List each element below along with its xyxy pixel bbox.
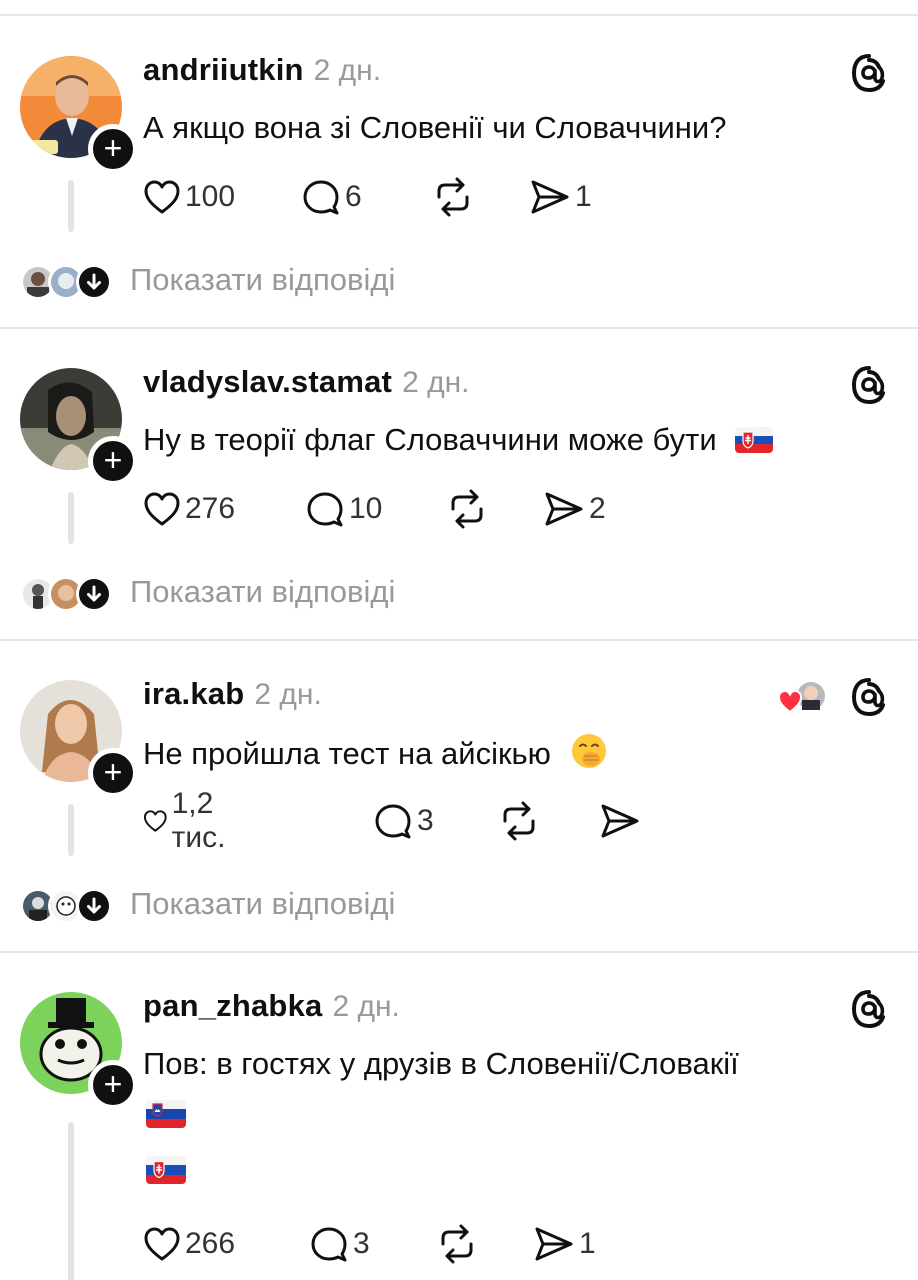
comment-button[interactable]: 3 <box>309 1222 370 1266</box>
post-text: Пов: в гостях у друзів в Словенії/Словак… <box>143 1046 739 1081</box>
comment-button[interactable]: 6 <box>301 175 362 219</box>
threads-logo-icon[interactable] <box>848 676 890 718</box>
threads-logo-icon[interactable] <box>848 988 890 1030</box>
threads-logo-icon[interactable] <box>848 52 890 94</box>
thread-line <box>68 804 74 856</box>
share-icon <box>545 492 583 526</box>
repost-icon <box>503 801 535 841</box>
heart-icon <box>143 810 167 832</box>
heart-icon <box>777 689 803 714</box>
arrow-down-icon <box>76 576 112 612</box>
comment-icon <box>311 1227 347 1262</box>
comment-button[interactable]: 10 <box>305 487 382 531</box>
comment-count: 10 <box>349 492 383 525</box>
timestamp: 2 дн. <box>332 990 400 1023</box>
follow-plus-icon[interactable]: + <box>88 124 138 174</box>
repost-icon <box>451 489 483 529</box>
post-header: vladyslav.stamat 2 дн. <box>143 364 470 404</box>
show-replies-row[interactable] <box>20 574 112 614</box>
slovakia-flag-icon <box>146 1156 186 1186</box>
arrow-down-icon <box>76 264 112 300</box>
comment-icon <box>375 804 411 839</box>
thread-line <box>68 1122 74 1280</box>
avatar-wrap[interactable]: + <box>20 56 138 174</box>
divider <box>0 14 918 16</box>
show-replies-row[interactable] <box>20 262 112 302</box>
username[interactable]: andriiutkin <box>143 52 304 88</box>
thread-line <box>68 180 74 232</box>
post-header: ira.kab 2 дн. <box>143 676 322 716</box>
divider <box>0 327 918 329</box>
threads-logo-icon[interactable] <box>848 364 890 406</box>
like-count: 276 <box>185 492 236 525</box>
post-text: Не пройшла тест на айсікью <box>143 736 551 771</box>
share-count: 2 <box>589 492 606 525</box>
follow-plus-icon[interactable]: + <box>88 436 138 486</box>
show-replies-link[interactable]: Показати відповіді <box>130 262 395 298</box>
thread-line <box>68 492 74 544</box>
like-button[interactable]: 100 <box>143 175 235 219</box>
username[interactable]: pan_zhabka <box>143 988 322 1024</box>
share-icon <box>601 804 639 838</box>
share-button[interactable]: 2 <box>543 487 606 531</box>
repost-button[interactable] <box>431 175 475 219</box>
share-icon <box>535 1227 573 1261</box>
like-button[interactable]: 266 <box>143 1222 235 1266</box>
follow-plus-icon[interactable]: + <box>88 748 138 798</box>
share-icon <box>531 180 569 214</box>
comment-count: 3 <box>417 804 434 837</box>
hand-over-mouth-emoji-icon <box>570 732 608 780</box>
post-header: andriiutkin 2 дн. <box>143 52 381 92</box>
heart-icon <box>144 1227 180 1261</box>
comment-count: 6 <box>345 180 362 213</box>
comment-icon <box>307 492 343 527</box>
post-text-row: Ну в теорії флаг Словаччини може бути <box>143 420 774 460</box>
username[interactable]: ira.kab <box>143 676 244 712</box>
avatar-wrap[interactable]: + <box>20 992 138 1110</box>
show-replies-link[interactable]: Показати відповіді <box>130 574 395 610</box>
repost-button[interactable] <box>497 799 541 843</box>
like-button[interactable]: 276 <box>143 487 235 531</box>
timestamp: 2 дн. <box>254 678 322 711</box>
show-replies-row[interactable] <box>20 886 112 926</box>
comment-button[interactable]: 3 <box>373 799 434 843</box>
timestamp: 2 дн. <box>402 366 470 399</box>
arrow-down-icon <box>76 888 112 924</box>
repost-button[interactable] <box>445 487 489 531</box>
avatar-wrap[interactable]: + <box>20 680 138 798</box>
share-button[interactable]: 1 <box>529 175 592 219</box>
avatar-wrap[interactable]: + <box>20 368 138 486</box>
follow-plus-icon[interactable]: + <box>88 1060 138 1110</box>
post-text-row: Не пройшла тест на айсікью <box>143 732 608 780</box>
heart-icon <box>144 180 180 214</box>
show-replies-link[interactable]: Показати відповіді <box>130 886 395 922</box>
post-text: А якщо вона зі Словенії чи Словаччини? <box>143 110 727 145</box>
like-count: 100 <box>185 180 236 213</box>
repost-icon <box>437 177 469 217</box>
heart-icon <box>144 492 180 526</box>
repost-icon <box>441 1224 473 1264</box>
comment-icon <box>303 180 339 215</box>
slovakia-flag-icon <box>735 427 774 453</box>
comment-count: 3 <box>353 1227 370 1260</box>
liked-by-author-indicator <box>777 678 830 718</box>
share-button[interactable] <box>599 799 645 843</box>
slovenia-flag-icon <box>146 1100 186 1130</box>
like-count: 266 <box>185 1227 236 1260</box>
post-text: Ну в теорії флаг Словаччини може бути <box>143 422 717 457</box>
like-count: 1,2 тис. <box>171 787 226 854</box>
divider <box>0 639 918 641</box>
repost-button[interactable] <box>435 1222 479 1266</box>
like-button[interactable]: 1,2 тис. <box>143 787 239 854</box>
post-header: pan_zhabka 2 дн. <box>143 988 400 1028</box>
divider <box>0 951 918 953</box>
share-count: 1 <box>579 1227 596 1260</box>
username[interactable]: vladyslav.stamat <box>143 364 392 400</box>
timestamp: 2 дн. <box>313 54 382 87</box>
share-count: 1 <box>575 180 592 213</box>
share-button[interactable]: 1 <box>533 1222 596 1266</box>
